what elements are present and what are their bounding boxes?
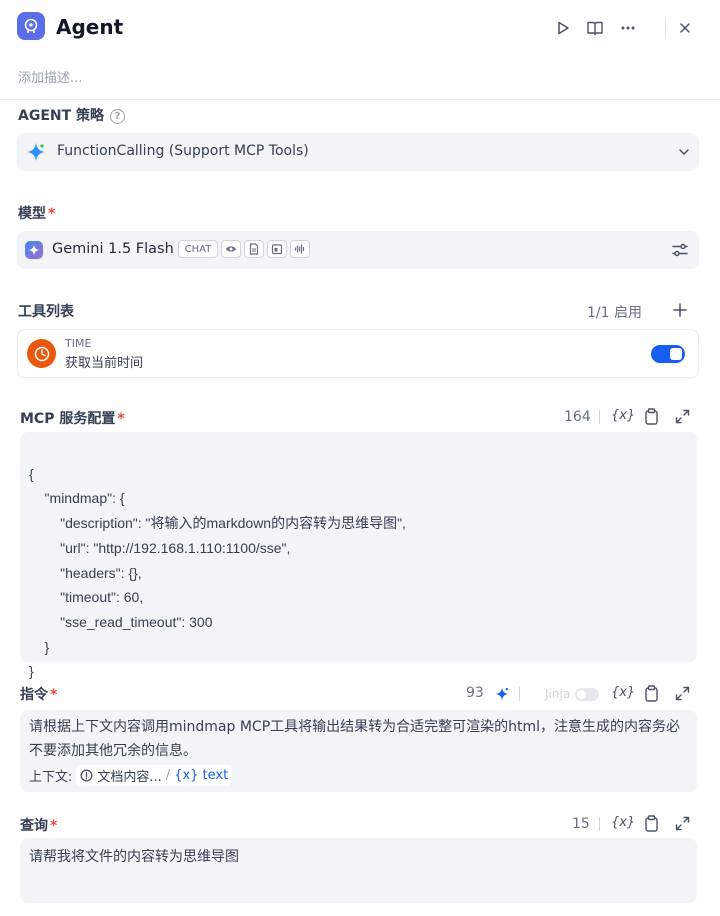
expand-icon[interactable] xyxy=(675,686,690,701)
instruction-label-text: 指令 xyxy=(20,687,48,703)
settings-sliders-icon[interactable] xyxy=(671,242,689,258)
mcp-label-text: MCP 服务配置 xyxy=(20,411,116,427)
run-button[interactable] xyxy=(552,17,574,39)
more-button[interactable] xyxy=(617,17,639,39)
tools-enabled-count: 1/1 启用 xyxy=(587,305,642,321)
toolbar-divider xyxy=(519,687,520,701)
strategy-label-text: AGENT 策略 xyxy=(18,108,105,124)
model-label: 模型 * xyxy=(18,203,55,223)
variable-insert-icon[interactable]: {x} xyxy=(611,815,635,830)
code-line: "mindmap": { xyxy=(29,490,125,507)
docs-button[interactable] xyxy=(584,17,606,39)
context-variable-chip[interactable]: 文档内容... / {x} text xyxy=(76,765,233,786)
copy-icon[interactable] xyxy=(644,408,659,425)
close-button[interactable] xyxy=(674,17,696,39)
code-line: { xyxy=(29,465,34,482)
toolbar-divider xyxy=(599,817,600,831)
required-mark: * xyxy=(50,818,58,834)
code-line: "timeout": 60, xyxy=(29,589,144,606)
model-feature-tags: CHAT xyxy=(175,240,310,258)
query-label: 查询 * xyxy=(20,815,57,835)
chat-tag: CHAT xyxy=(178,240,218,258)
code-line: } xyxy=(29,638,50,655)
agent-app-icon xyxy=(17,12,45,40)
jinja-toggle[interactable] xyxy=(575,688,599,701)
document-icon xyxy=(244,240,264,258)
instruction-label: 指令 * xyxy=(20,684,57,704)
context-variable-name: {x} text xyxy=(174,768,229,783)
query-editor[interactable]: 请帮我将文件的内容转为思维导图 xyxy=(20,838,697,903)
mcp-config-editor[interactable]: { "mindmap": { "description": "将输入的markd… xyxy=(20,432,697,679)
required-mark: * xyxy=(48,206,56,222)
code-line: "sse_read_timeout": 300 xyxy=(29,613,213,630)
book-icon xyxy=(587,21,603,36)
mcp-label: MCP 服务配置 * xyxy=(20,408,125,428)
ai-generate-icon[interactable] xyxy=(494,686,510,702)
model-label-text: 模型 xyxy=(18,206,46,222)
instruction-editor[interactable]: 请根据上下文内容调用mindmap MCP工具将输出结果转为合适完整可渲染的ht… xyxy=(20,710,697,792)
required-mark: * xyxy=(117,411,125,427)
model-select[interactable]: Gemini 1.5 Flash CHAT xyxy=(17,231,699,269)
copy-icon[interactable] xyxy=(644,815,659,832)
code-line: "headers": {}, xyxy=(29,564,142,581)
code-line: "description": "将输入的markdown的内容转为思维导图", xyxy=(29,515,406,532)
agent-head-icon xyxy=(24,18,38,33)
sparkle-icon xyxy=(27,143,45,161)
help-icon[interactable]: ? xyxy=(110,108,126,124)
tool-item[interactable]: TIME 获取当前时间 xyxy=(17,329,699,378)
header-divider xyxy=(665,17,666,39)
model-name: Gemini 1.5 Flash xyxy=(52,241,174,257)
code-line: "url": "http://192.168.1.110:1100/sse", xyxy=(29,539,291,556)
mcp-code: { "mindmap": { "description": "将输入的markd… xyxy=(29,437,406,733)
more-icon xyxy=(621,26,635,30)
add-tool-icon[interactable] xyxy=(673,303,687,317)
node-title[interactable]: Agent xyxy=(56,15,123,39)
description-input[interactable]: 添加描述... xyxy=(18,67,82,86)
toolbar-divider xyxy=(599,410,600,424)
strategy-label: AGENT 策略? xyxy=(18,105,126,125)
node-header: Agent 添加描述... xyxy=(0,0,720,100)
context-separator: / xyxy=(165,768,171,783)
close-icon xyxy=(680,23,690,33)
clock-icon xyxy=(27,339,56,368)
strategy-select[interactable]: FunctionCalling (Support MCP Tools) xyxy=(17,133,699,171)
variable-insert-icon[interactable]: {x} xyxy=(611,408,635,423)
expand-icon[interactable] xyxy=(675,409,690,424)
jinja-label: Jinja xyxy=(545,687,571,701)
play-icon xyxy=(558,21,569,35)
instruction-char-count: 93 xyxy=(466,685,484,701)
context-node-icon xyxy=(80,769,93,782)
vision-icon xyxy=(221,240,241,258)
expand-icon[interactable] xyxy=(675,816,690,831)
variable-insert-icon[interactable]: {x} xyxy=(611,685,635,700)
strategy-value: FunctionCalling (Support MCP Tools) xyxy=(57,143,309,159)
chevron-down-icon xyxy=(679,149,689,156)
code-line: } xyxy=(29,663,34,680)
query-label-text: 查询 xyxy=(20,818,48,834)
tool-enable-toggle[interactable] xyxy=(651,345,685,363)
tool-name: 获取当前时间 xyxy=(65,356,144,371)
copy-icon[interactable] xyxy=(644,685,659,702)
mcp-char-count: 164 xyxy=(564,409,591,425)
tool-provider: TIME xyxy=(65,337,92,350)
gemini-icon xyxy=(25,241,43,259)
required-mark: * xyxy=(50,687,58,703)
video-icon xyxy=(267,240,287,258)
context-node-name: 文档内容... xyxy=(97,770,162,785)
context-row: 上下文: 文档内容... / {x} text xyxy=(29,765,233,786)
context-label: 上下文: xyxy=(29,770,73,785)
tools-label: 工具列表 xyxy=(18,304,74,320)
audio-icon xyxy=(290,240,310,258)
instruction-text: 请根据上下文内容调用mindmap MCP工具将输出结果转为合适完整可渲染的ht… xyxy=(29,719,681,759)
query-text: 请帮我将文件的内容转为思维导图 xyxy=(29,849,239,865)
query-char-count: 15 xyxy=(572,816,590,832)
